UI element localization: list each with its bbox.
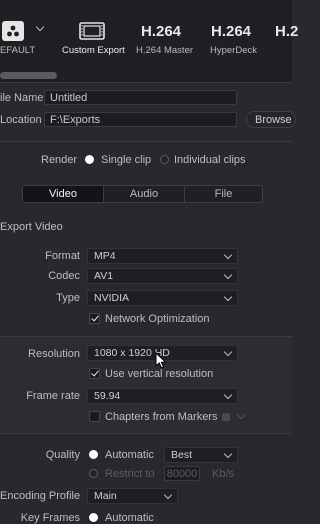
codec-dropdown[interactable]: AV1 xyxy=(87,268,238,284)
quality-automatic-label[interactable]: Automatic xyxy=(105,449,154,461)
file-name-label: ile Name xyxy=(0,92,44,104)
preset-partial-title[interactable]: H.2 xyxy=(275,23,298,40)
format-value: MP4 xyxy=(94,250,116,262)
preset-hyperdeck-title[interactable]: H.264 xyxy=(211,23,251,40)
frame-rate-dropdown[interactable]: 59.94 xyxy=(87,388,238,404)
preset-label-h264-master: H.264 Master xyxy=(136,45,194,56)
encoding-profile-value: Main xyxy=(94,490,117,502)
location-input[interactable]: F:\Exports xyxy=(44,112,237,127)
network-optimization-checkbox[interactable] xyxy=(89,313,100,324)
preset-bar: EFAULT Custom Export H.264 H.264 Master … xyxy=(0,0,298,82)
key-frames-automatic-radio[interactable] xyxy=(89,513,98,522)
codec-value: AV1 xyxy=(94,270,114,282)
quality-label: Quality xyxy=(45,449,80,461)
key-frames-automatic-label[interactable]: Automatic xyxy=(105,512,154,524)
format-label: Format xyxy=(45,250,80,262)
preset-h264-master-title[interactable]: H.264 xyxy=(141,23,181,40)
encoding-profile-dropdown[interactable]: Main xyxy=(87,488,178,504)
export-tabs: Video Audio File xyxy=(22,185,263,203)
bitrate-unit-label: Kb/s xyxy=(212,468,235,480)
preset-scrollbar[interactable] xyxy=(0,72,57,79)
chevron-down-icon xyxy=(223,390,233,400)
chevron-down-icon xyxy=(223,347,233,357)
quality-value: Best xyxy=(171,449,193,461)
file-name-input[interactable]: Untitled xyxy=(44,90,237,105)
tab-file[interactable]: File xyxy=(185,186,262,202)
restrict-to-label[interactable]: Restrict to xyxy=(105,468,155,480)
preset-divider xyxy=(0,82,292,83)
frame-rate-label: Frame rate xyxy=(26,390,80,402)
preset-label-default: EFAULT xyxy=(0,45,36,56)
type-dropdown[interactable]: NVIDIA xyxy=(87,290,238,306)
preset-label-hyperdeck: HyperDeck xyxy=(210,45,257,56)
render-single-clip-label[interactable]: Single clip xyxy=(101,154,151,166)
tab-video[interactable]: Video xyxy=(23,186,103,202)
quality-automatic-radio[interactable] xyxy=(89,450,98,459)
render-label: Render xyxy=(41,154,78,166)
codec-label: Codec xyxy=(48,270,80,282)
frame-rate-value: 59.94 xyxy=(94,390,121,402)
export-video-section-title: Export Video xyxy=(0,221,63,233)
type-value: NVIDIA xyxy=(94,292,130,304)
render-individual-clips-radio[interactable] xyxy=(160,155,169,164)
render-single-clip-radio[interactable] xyxy=(85,155,94,164)
divider-1 xyxy=(0,141,292,142)
chevron-down-icon xyxy=(223,250,233,260)
chapters-from-markers-checkbox[interactable] xyxy=(89,411,100,422)
browse-button[interactable]: Browse xyxy=(246,111,296,128)
chapters-from-markers-label[interactable]: Chapters from Markers xyxy=(105,411,217,423)
render-individual-clips-label[interactable]: Individual clips xyxy=(174,154,246,166)
resolution-label: Resolution xyxy=(28,348,80,360)
chevron-down-icon xyxy=(223,292,233,302)
chevron-down-icon xyxy=(163,490,173,500)
preset-label-custom-export: Custom Export xyxy=(62,45,125,56)
format-dropdown[interactable]: MP4 xyxy=(87,248,238,264)
location-label: Location xyxy=(0,114,42,126)
type-label: Type xyxy=(56,292,80,304)
vertical-resolution-checkbox[interactable] xyxy=(89,368,100,379)
restrict-bitrate-input[interactable]: 80000 xyxy=(164,466,200,481)
quality-dropdown[interactable]: Best xyxy=(164,447,238,463)
chevron-down-icon xyxy=(223,449,233,459)
chevron-down-icon[interactable] xyxy=(35,22,45,32)
quality-restrict-radio[interactable] xyxy=(89,469,98,478)
encoding-profile-label: Encoding Profile xyxy=(0,490,81,502)
film-strip-icon xyxy=(79,22,105,43)
vertical-resolution-label[interactable]: Use vertical resolution xyxy=(105,368,213,380)
chevron-down-icon xyxy=(223,270,233,280)
key-frames-label: Key Frames xyxy=(20,512,80,524)
network-optimization-label[interactable]: Network Optimization xyxy=(105,313,210,325)
divider-3 xyxy=(0,433,292,434)
default-preset-icon xyxy=(2,21,24,41)
marker-color-icon[interactable] xyxy=(222,413,230,421)
tab-audio[interactable]: Audio xyxy=(104,186,184,202)
